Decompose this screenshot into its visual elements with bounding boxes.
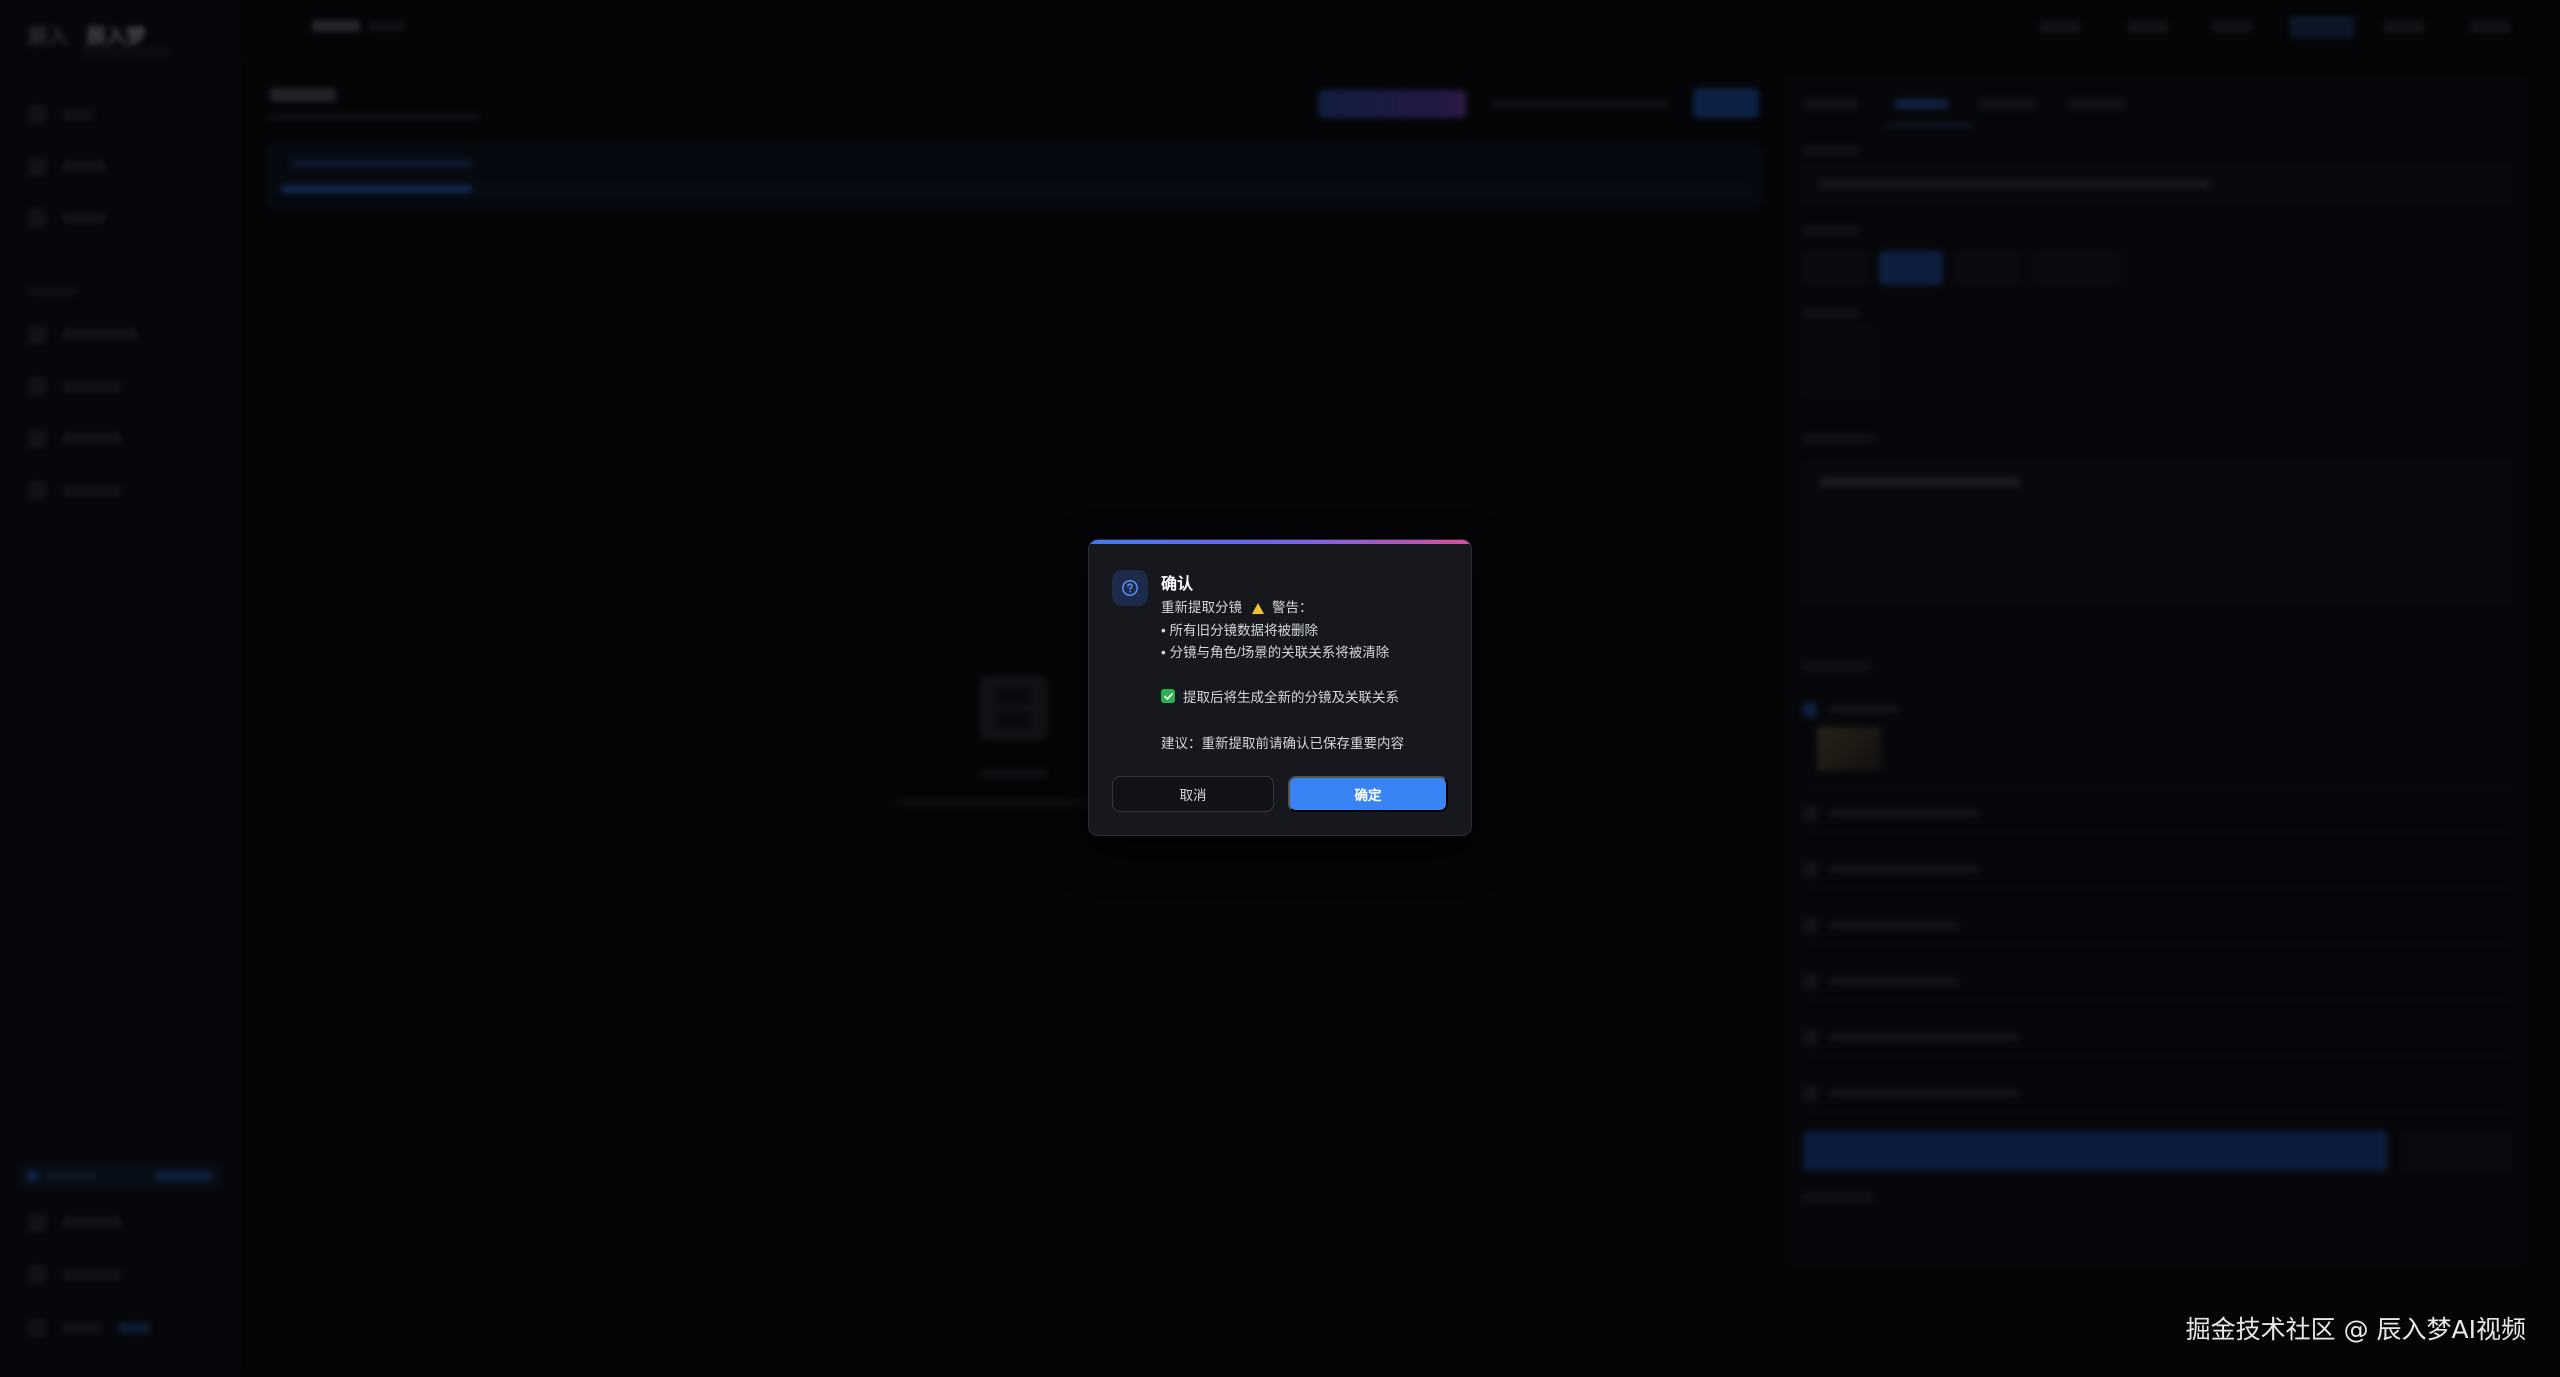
regenerate-checkbox[interactable] xyxy=(1161,689,1175,703)
check-icon xyxy=(1163,692,1173,700)
cancel-button[interactable]: 取消 xyxy=(1112,776,1274,812)
confirm-button[interactable]: 确定 xyxy=(1288,776,1448,812)
dialog-title: 确认 xyxy=(1161,576,1194,593)
warning-bullet: • 所有旧分镜数据将被删除 xyxy=(1161,622,1318,638)
dialog-suggestion: 建议：重新提取前请确认已保存重要内容 xyxy=(1161,736,1404,751)
question-circle-icon xyxy=(1112,570,1148,606)
dialog-accent-bar xyxy=(1089,540,1471,544)
dialog-heading: 重新提取分镜 xyxy=(1161,600,1242,615)
warning-icon xyxy=(1252,602,1264,614)
warning-label: 警告： xyxy=(1272,600,1313,615)
warning-bullet: • 分镜与角色/场景的关联关系将被清除 xyxy=(1161,645,1390,660)
confirm-dialog: 确认 重新提取分镜 警告： • 所有旧分镜数据将被删除 • 分镜与角色/场景的关… xyxy=(1088,539,1472,836)
regenerate-checkbox-label: 提取后将生成全新的分镜及关联关系 xyxy=(1183,690,1399,705)
regenerate-checkbox-row[interactable]: 提取后将生成全新的分镜及关联关系 xyxy=(1161,686,1399,706)
dialog-heading-line: 重新提取分镜 警告： xyxy=(1161,597,1461,620)
dialog-message: 重新提取分镜 警告： • 所有旧分镜数据将被删除 • 分镜与角色/场景的关联关系… xyxy=(1161,597,1461,665)
watermark: 掘金技术社区 @ 辰入梦AI视频 xyxy=(2185,1315,2526,1344)
